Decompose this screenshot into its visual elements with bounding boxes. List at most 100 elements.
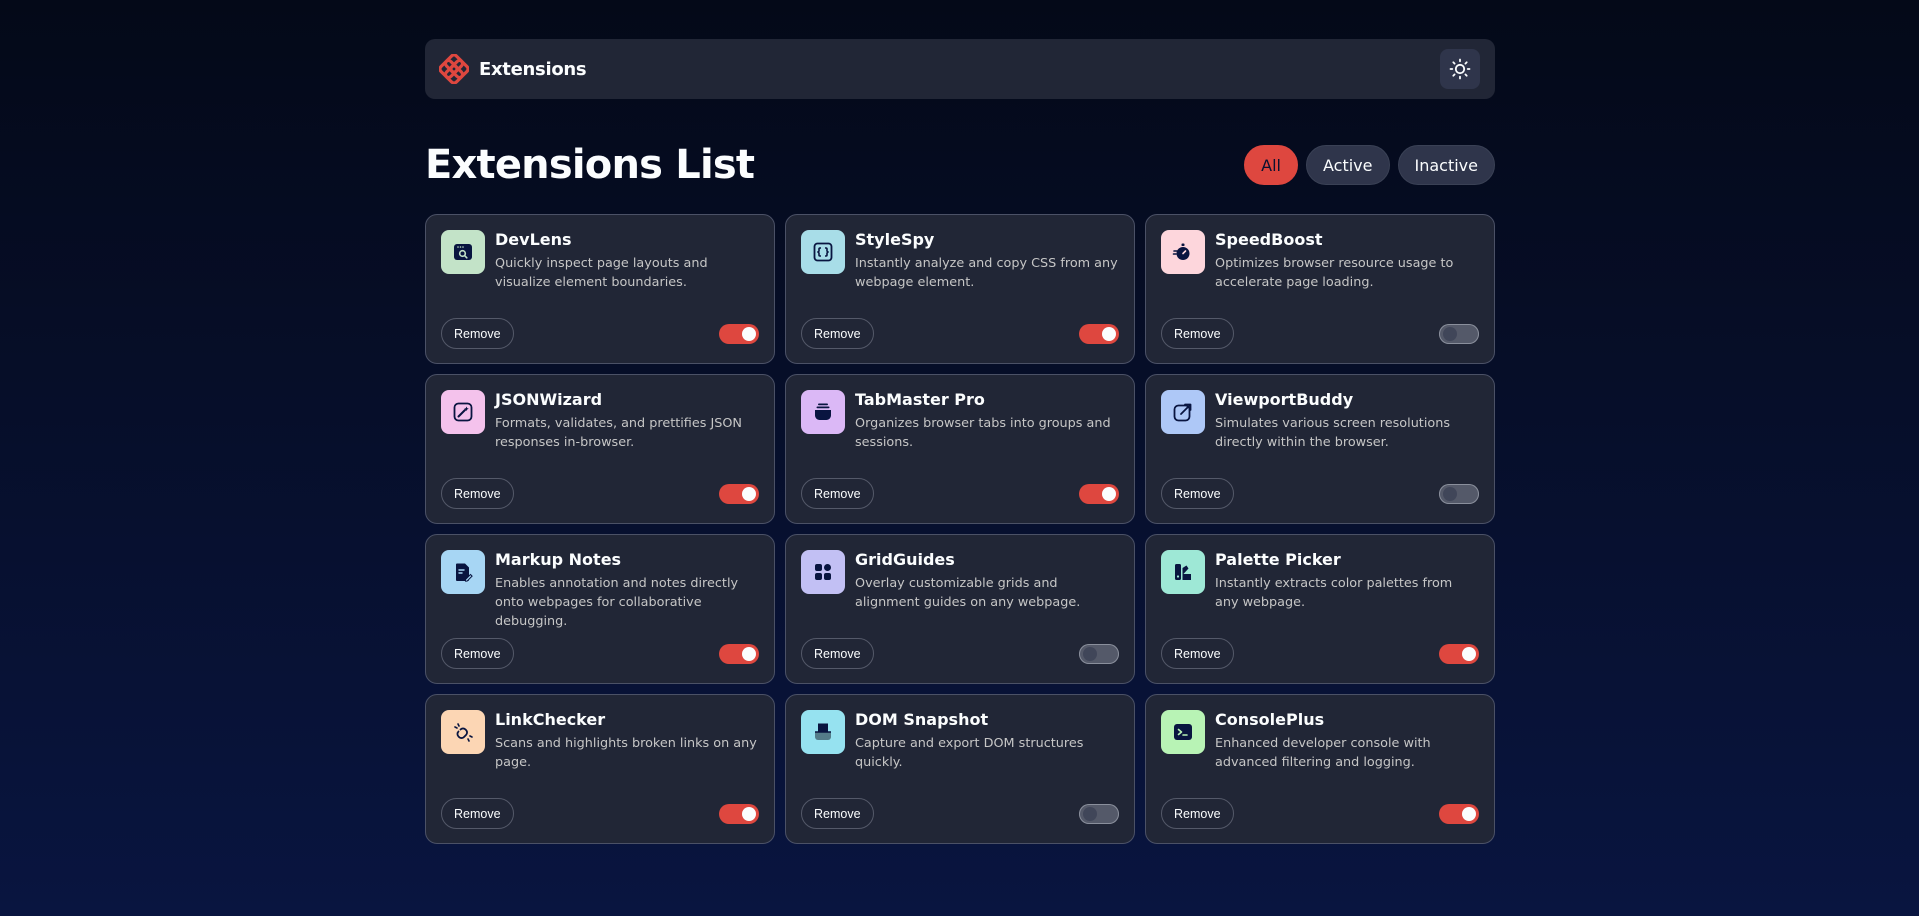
extension-icon-tile (1161, 710, 1205, 754)
browser-search-icon (454, 244, 472, 260)
extension-description: Instantly extracts color palettes from a… (1215, 576, 1453, 610)
enable-toggle[interactable] (1079, 323, 1119, 344)
enable-toggle[interactable] (719, 323, 759, 344)
remove-button[interactable]: Remove (441, 638, 514, 669)
remove-button[interactable]: Remove (1161, 798, 1234, 829)
filter-active-button[interactable]: Active (1306, 145, 1390, 185)
card-footer: Remove (801, 478, 1119, 509)
enable-toggle[interactable] (719, 803, 759, 824)
extension-name: StyleSpy (855, 230, 935, 249)
extension-description: Capture and export DOM structures quickl… (855, 736, 1084, 770)
remove-button[interactable]: Remove (801, 798, 874, 829)
grid-icon (815, 564, 831, 580)
extension-name: Palette Picker (1215, 550, 1341, 569)
card-footer: Remove (1161, 478, 1479, 509)
page-title: Extensions List (425, 142, 755, 188)
enable-toggle[interactable] (1439, 483, 1479, 504)
external-link-icon (1173, 403, 1192, 422)
extension-icon-tile (801, 390, 845, 434)
toggle-knob (1102, 486, 1116, 501)
extension-icon-tile (1161, 230, 1205, 274)
extension-card-devlens: DevLens Quickly inspect page layouts and … (425, 214, 775, 364)
extension-description: Instantly analyze and copy CSS from any … (855, 256, 1118, 290)
extension-icon-tile (801, 230, 845, 274)
theme-toggle-button[interactable] (1440, 49, 1480, 89)
card-footer: Remove (441, 638, 759, 669)
card-header: DevLens Quickly inspect page layouts and … (441, 230, 759, 292)
brand: Extensions (439, 54, 587, 84)
extension-text: Markup Notes Enables annotation and notes… (495, 550, 759, 631)
snapshot-icon (815, 723, 831, 740)
card-header: LinkChecker Scans and highlights broken l… (441, 710, 759, 772)
extension-icon-tile (1161, 390, 1205, 434)
extension-text: JSONWizard Formats, validates, and pretti… (495, 390, 759, 452)
card-footer: Remove (801, 318, 1119, 349)
extension-name: LinkChecker (495, 710, 606, 729)
card-footer: Remove (1161, 638, 1479, 669)
remove-button[interactable]: Remove (801, 638, 874, 669)
extension-description: Overlay customizable grids and alignment… (855, 576, 1081, 610)
filter-inactive-button[interactable]: Inactive (1397, 145, 1495, 185)
extension-text: ConsolePlus Enhanced developer console wi… (1215, 710, 1479, 772)
remove-button[interactable]: Remove (1161, 638, 1234, 669)
enable-toggle[interactable] (1079, 803, 1119, 824)
enable-toggle[interactable] (1079, 643, 1119, 664)
extension-text: LinkChecker Scans and highlights broken l… (495, 710, 759, 772)
card-footer: Remove (1161, 798, 1479, 829)
toggle-knob (742, 806, 756, 821)
toggle-knob (1102, 326, 1116, 341)
app-container: Extensions Extensions List All Active In… (425, 39, 1495, 844)
card-header: TabMaster Pro Organizes browser tabs into… (801, 390, 1119, 452)
extension-card-tabmaster-pro: TabMaster Pro Organizes browser tabs into… (785, 374, 1135, 524)
remove-button[interactable]: Remove (801, 478, 874, 509)
extension-icon-tile (441, 710, 485, 754)
note-pencil-icon (456, 563, 473, 582)
brand-name: Extensions (479, 58, 587, 80)
card-header: DOM Snapshot Capture and export DOM struc… (801, 710, 1119, 772)
logo-icon (439, 54, 469, 84)
extension-name: ViewportBuddy (1215, 390, 1354, 409)
remove-button[interactable]: Remove (441, 318, 514, 349)
card-footer: Remove (1161, 318, 1479, 349)
toggle-knob (1083, 806, 1097, 821)
stopwatch-icon (1172, 243, 1190, 260)
extension-card-jsonwizard: JSONWizard Formats, validates, and pretti… (425, 374, 775, 524)
toggle-knob (1083, 646, 1097, 661)
enable-toggle[interactable] (719, 643, 759, 664)
remove-button[interactable]: Remove (441, 798, 514, 829)
extension-description: Enhanced developer console with advanced… (1215, 736, 1431, 770)
extension-name: ConsolePlus (1215, 710, 1325, 729)
extension-icon-tile (441, 390, 485, 434)
extension-card-viewportbuddy: ViewportBuddy Simulates various screen re… (1145, 374, 1495, 524)
remove-button[interactable]: Remove (1161, 478, 1234, 509)
extension-description: Enables annotation and notes directly on… (495, 576, 739, 629)
extension-text: Palette Picker Instantly extracts color p… (1215, 550, 1479, 612)
remove-button[interactable]: Remove (801, 318, 874, 349)
enable-toggle[interactable] (1439, 643, 1479, 664)
card-header: SpeedBoost Optimizes browser resource usa… (1161, 230, 1479, 292)
card-footer: Remove (441, 318, 759, 349)
extension-name: Markup Notes (495, 550, 622, 569)
enable-toggle[interactable] (1439, 323, 1479, 344)
filter-all-button[interactable]: All (1244, 145, 1298, 185)
card-footer: Remove (801, 638, 1119, 669)
toggle-knob (1443, 486, 1457, 501)
remove-button[interactable]: Remove (1161, 318, 1234, 349)
extension-text: GridGuides Overlay customizable grids and… (855, 550, 1119, 612)
extensions-grid: DevLens Quickly inspect page layouts and … (425, 214, 1495, 844)
extension-icon-tile (441, 230, 485, 274)
extension-icon-tile (1161, 550, 1205, 594)
remove-button[interactable]: Remove (441, 478, 514, 509)
extension-description: Scans and highlights broken links on any… (495, 736, 757, 770)
enable-toggle[interactable] (1439, 803, 1479, 824)
enable-toggle[interactable] (719, 483, 759, 504)
wand-icon (453, 402, 473, 422)
enable-toggle[interactable] (1079, 483, 1119, 504)
extension-card-consoleplus: ConsolePlus Enhanced developer console wi… (1145, 694, 1495, 844)
extension-text: SpeedBoost Optimizes browser resource usa… (1215, 230, 1479, 292)
extension-description: Quickly inspect page layouts and visuali… (495, 256, 708, 290)
extension-name: TabMaster Pro (855, 390, 985, 409)
terminal-icon (1174, 724, 1192, 740)
list-header: Extensions List All Active Inactive (425, 142, 1495, 188)
extension-name: DOM Snapshot (855, 710, 989, 729)
